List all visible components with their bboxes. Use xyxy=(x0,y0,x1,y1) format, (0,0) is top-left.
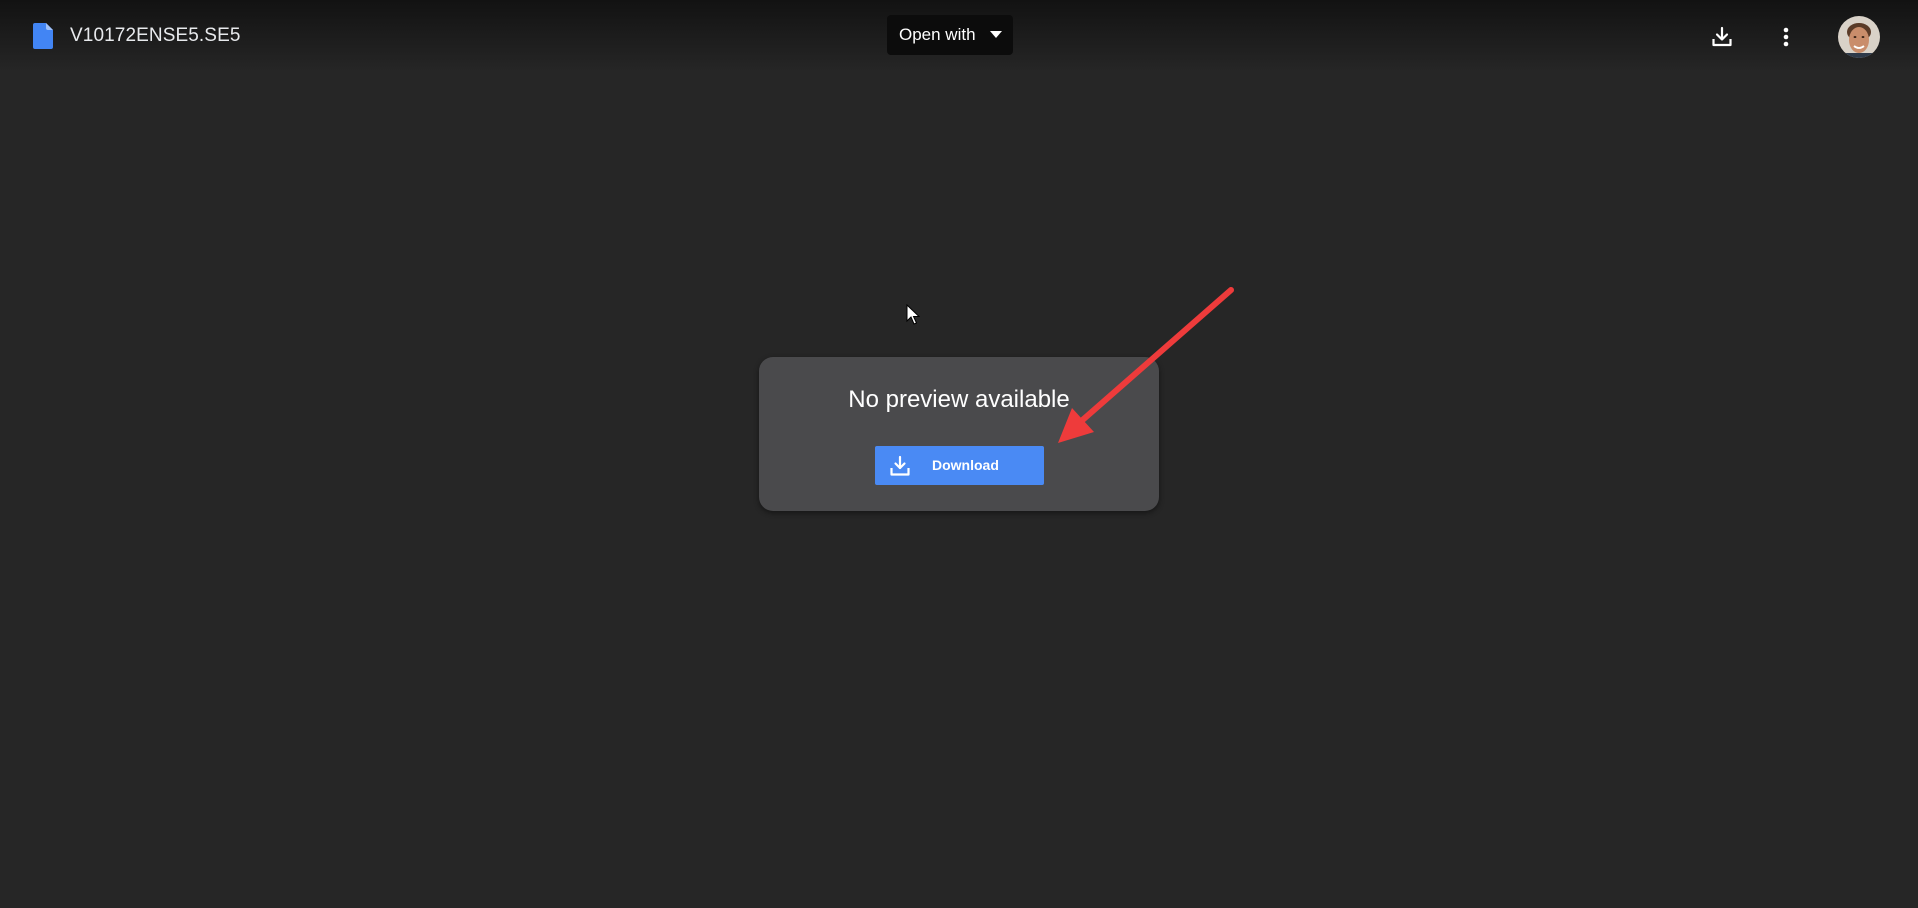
download-button[interactable] xyxy=(1702,17,1742,57)
mouse-cursor-icon xyxy=(906,304,920,325)
more-vert-icon xyxy=(1783,27,1789,47)
download-icon xyxy=(890,455,910,476)
open-with-label: Open with xyxy=(899,25,976,44)
drive-preview-page: V10172ENSE5.SE5 Open with No preview ava… xyxy=(0,0,1918,908)
no-preview-message: No preview available xyxy=(848,386,1070,413)
caret-down-icon xyxy=(990,31,1002,38)
document-icon xyxy=(33,23,53,49)
download-icon xyxy=(1712,26,1732,47)
no-preview-card: No preview available Download xyxy=(759,357,1159,511)
avatar-photo xyxy=(1838,16,1880,58)
open-with-button[interactable]: Open with xyxy=(887,15,1013,55)
download-button-main[interactable]: Download xyxy=(875,446,1044,485)
top-bar: V10172ENSE5.SE5 Open with xyxy=(0,0,1918,72)
file-name: V10172ENSE5.SE5 xyxy=(70,25,241,46)
download-label: Download xyxy=(932,457,999,473)
user-avatar[interactable] xyxy=(1838,16,1880,58)
more-actions-button[interactable] xyxy=(1766,17,1806,57)
